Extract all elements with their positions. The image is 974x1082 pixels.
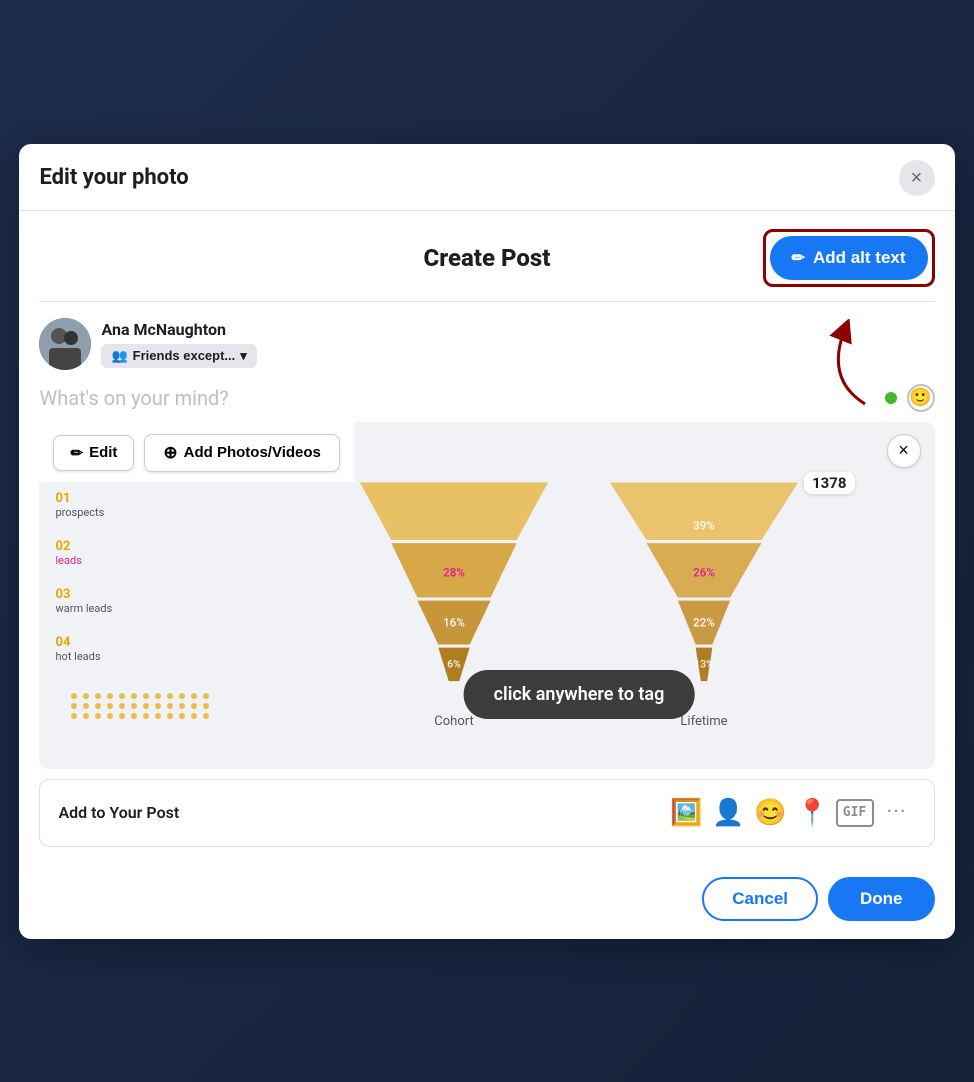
photo-video-icon[interactable]: 🖼️ bbox=[668, 794, 706, 832]
emoji-button[interactable]: 🙂 bbox=[907, 384, 935, 412]
image-preview: ✏ Edit ⊕ Add Photos/Videos × 1378 bbox=[39, 422, 934, 769]
audience-icon: 👥 bbox=[111, 348, 127, 364]
funnel-label-01: 01 prospects bbox=[55, 491, 211, 519]
label-num-02: 02 bbox=[55, 539, 211, 554]
label-text-04: hot leads bbox=[55, 650, 211, 663]
edit-image-button[interactable]: ✏ Edit bbox=[53, 435, 134, 471]
green-dot bbox=[885, 392, 897, 404]
add-alt-text-wrapper: ✏ Add alt text bbox=[763, 229, 935, 287]
label-text-03: warm leads bbox=[55, 602, 211, 615]
user-name: Ana McNaughton bbox=[101, 320, 256, 339]
dot-pattern bbox=[55, 683, 211, 719]
modal-overlay: Edit your photo × Create Post ✏ Add alt … bbox=[0, 0, 974, 1082]
cancel-button[interactable]: Cancel bbox=[702, 877, 818, 921]
add-to-post-label: Add to Your Post bbox=[58, 803, 179, 822]
svg-text:6%: 6% bbox=[447, 657, 461, 670]
done-button[interactable]: Done bbox=[828, 877, 935, 921]
alt-text-area: ✏ Add alt text bbox=[636, 229, 934, 287]
label-text-02: leads bbox=[55, 554, 211, 567]
label-num-03: 03 bbox=[55, 587, 211, 602]
post-placeholder: What's on your mind? bbox=[39, 386, 228, 410]
svg-text:39%: 39% bbox=[693, 518, 715, 532]
cohort-label: Cohort bbox=[434, 714, 473, 729]
close-preview-icon: × bbox=[898, 440, 909, 461]
feeling-activity-icon[interactable]: 😊 bbox=[752, 794, 790, 832]
label-text-01: prospects bbox=[55, 506, 211, 519]
close-preview-button[interactable]: × bbox=[887, 434, 921, 468]
audience-button[interactable]: 👥 Friends except... ▾ bbox=[101, 344, 256, 368]
add-alt-text-label: Add alt text bbox=[813, 248, 906, 268]
modal-title: Edit your photo bbox=[39, 165, 188, 190]
post-text-row: What's on your mind? 🙂 bbox=[39, 380, 934, 422]
user-row: Ana McNaughton 👥 Friends except... ▾ bbox=[39, 302, 934, 380]
edit-label: Edit bbox=[89, 444, 117, 461]
svg-text:16%: 16% bbox=[443, 615, 465, 629]
label-num-01: 01 bbox=[55, 491, 211, 506]
lifetime-funnel-svg: 39% 26% 22% 13% bbox=[594, 472, 814, 702]
add-alt-text-button[interactable]: ✏ Add alt text bbox=[770, 236, 928, 280]
modal-body: Create Post ✏ Add alt text bbox=[19, 211, 954, 871]
lifetime-label: Lifetime bbox=[680, 714, 727, 729]
create-post-title: Create Post bbox=[338, 244, 636, 272]
svg-text:28%: 28% bbox=[443, 565, 465, 579]
add-photos-icon: ⊕ bbox=[163, 443, 177, 463]
user-info: Ana McNaughton 👥 Friends except... ▾ bbox=[101, 320, 256, 368]
avatar-image bbox=[39, 318, 91, 370]
pencil-icon: ✏ bbox=[792, 248, 805, 268]
svg-text:22%: 22% bbox=[693, 615, 715, 629]
more-icon[interactable]: ··· bbox=[878, 794, 916, 832]
cohort-funnel-svg: 28% 16% 6% bbox=[344, 472, 564, 702]
edit-photo-modal: Edit your photo × Create Post ✏ Add alt … bbox=[19, 144, 954, 939]
post-action-icons: 🖼️ 👤 😊 📍 GIF ··· bbox=[668, 794, 916, 832]
add-photos-label: Add Photos/Videos bbox=[184, 444, 321, 461]
close-icon: × bbox=[911, 168, 923, 188]
avatar bbox=[39, 318, 91, 370]
funnel-label-03: 03 warm leads bbox=[55, 587, 211, 615]
modal-header: Edit your photo × bbox=[19, 144, 954, 211]
label-num-04: 04 bbox=[55, 635, 211, 650]
pencil-edit-icon: ✏ bbox=[70, 444, 83, 462]
svg-text:26%: 26% bbox=[693, 565, 715, 579]
audience-label: Friends except... bbox=[133, 348, 236, 363]
avatar-svg bbox=[39, 318, 91, 370]
check-in-icon[interactable]: 📍 bbox=[794, 794, 832, 832]
create-post-row: Create Post ✏ Add alt text bbox=[39, 211, 934, 302]
tag-people-icon[interactable]: 👤 bbox=[710, 794, 748, 832]
modal-close-button[interactable]: × bbox=[899, 160, 935, 196]
add-photos-button[interactable]: ⊕ Add Photos/Videos bbox=[144, 434, 339, 472]
funnel-label-04: 04 hot leads bbox=[55, 635, 211, 663]
funnel-label-02: 02 leads bbox=[55, 539, 211, 567]
add-to-post-bar: Add to Your Post 🖼️ 👤 😊 📍 GIF ··· bbox=[39, 779, 934, 847]
gif-icon[interactable]: GIF bbox=[836, 799, 874, 827]
image-toolbar: ✏ Edit ⊕ Add Photos/Videos bbox=[39, 422, 353, 482]
tag-tooltip: click anywhere to tag bbox=[464, 670, 695, 719]
post-icons: 🙂 bbox=[885, 384, 935, 412]
chevron-down-icon: ▾ bbox=[240, 348, 247, 364]
count-badge: 1378 bbox=[804, 472, 854, 494]
svg-text:13%: 13% bbox=[694, 657, 714, 670]
modal-footer: Cancel Done bbox=[19, 871, 954, 939]
